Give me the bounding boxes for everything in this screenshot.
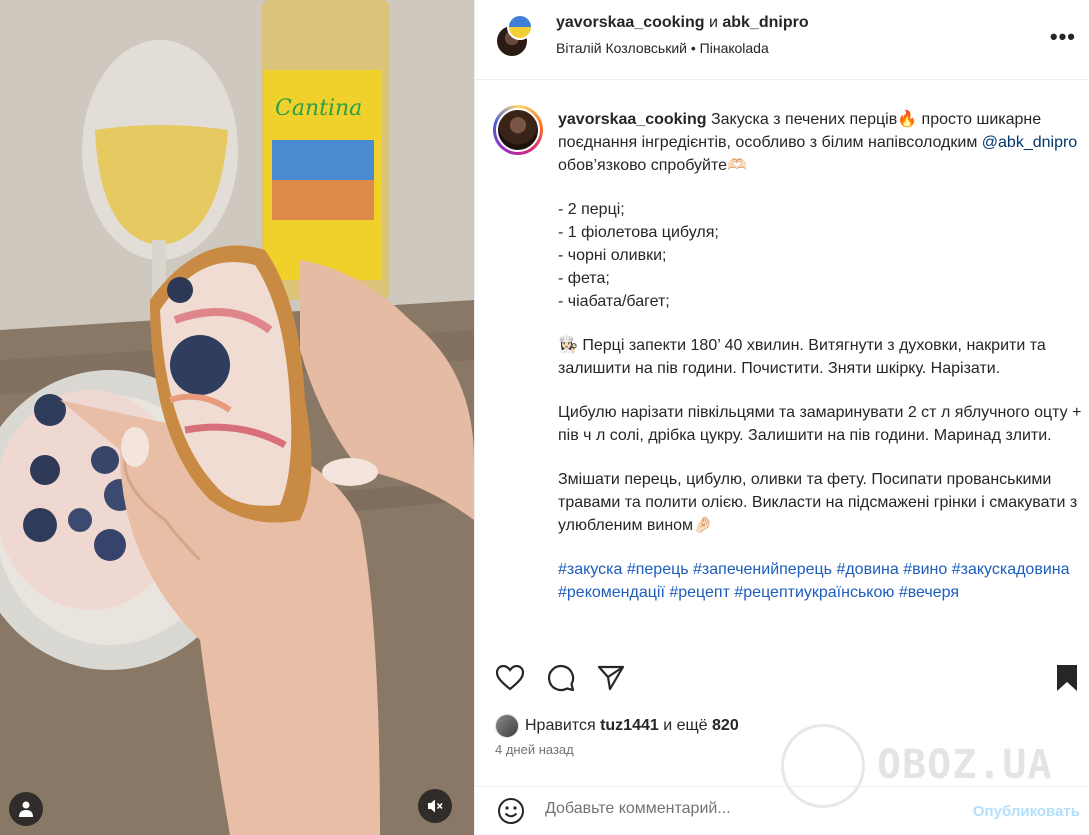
post-details-panel: yavorskaa_cooking и abk_dnipro Віталій К… — [474, 0, 1089, 835]
post-timestamp[interactable]: 4 дней назад — [495, 742, 574, 757]
and-text: и — [708, 14, 718, 31]
likes-count[interactable]: 820 — [712, 717, 739, 735]
ingredient-item: - 2 перці; — [558, 201, 625, 218]
speaker-muted-icon — [428, 799, 443, 813]
watermark-text: OBOZ.UA — [877, 742, 1053, 788]
mute-button[interactable] — [418, 789, 452, 823]
caption-intro-end: обов’язково спробуйте🫶🏻 — [558, 157, 747, 174]
post-caption: yavorskaa_cooking Закуска з печених перц… — [558, 108, 1082, 625]
recipe-step: 👩🏻‍🍳 Перці запекти 180’ 40 хвилин. Витяг… — [558, 337, 1046, 377]
bottle-label: Cantina — [275, 96, 362, 121]
user-icon — [19, 801, 33, 817]
likes-middle: и ещё — [663, 717, 708, 734]
ingredient-item: - чіабата/багет; — [558, 293, 670, 310]
publish-button[interactable]: Опубликовать — [973, 803, 1080, 820]
audio-info: Віталій Козловський • Пінакolada — [556, 40, 769, 56]
share-button[interactable] — [595, 662, 627, 694]
heart-icon — [496, 665, 524, 691]
caption-author-avatar[interactable] — [493, 105, 543, 155]
likes-summary: Нравится tuz1441 и ещё 820 — [495, 714, 739, 738]
action-bar — [475, 648, 1089, 708]
comment-input[interactable] — [545, 800, 945, 818]
likes-prefix: Нравится — [525, 717, 596, 734]
liker-username[interactable]: tuz1441 — [600, 717, 659, 735]
recipe-step: Змішати перець, цибулю, оливки та фету. … — [558, 471, 1078, 534]
ingredient-item: - чорні оливки; — [558, 247, 667, 264]
collab-avatars[interactable] — [493, 14, 545, 64]
comment-icon — [547, 664, 575, 692]
emoji-icon — [498, 798, 524, 824]
comment-button[interactable] — [545, 662, 577, 694]
post-media[interactable]: Cantina — [0, 0, 474, 835]
ingredients-list: - 2 перці; - 1 фіолетова цибуля; - чорні… — [558, 198, 1082, 313]
ingredient-item: - 1 фіолетова цибуля; — [558, 224, 719, 241]
author-link[interactable]: yavorskaa_cooking — [556, 14, 705, 31]
caption-mention[interactable]: @abk_dnipro — [982, 134, 1077, 151]
like-button[interactable] — [494, 662, 526, 694]
coauthor-link[interactable]: abk_dnipro — [722, 14, 808, 31]
audio-track-link[interactable]: Пінакolada — [700, 40, 769, 56]
share-icon — [597, 665, 625, 691]
coauthor-avatar[interactable] — [507, 14, 533, 40]
liker-avatar[interactable] — [495, 714, 519, 738]
caption-username[interactable]: yavorskaa_cooking — [558, 111, 707, 128]
ingredient-item: - фета; — [558, 270, 610, 287]
food-photo: Cantina — [0, 0, 474, 835]
recipe-step: Цибулю нарізати півкільцями та замаринув… — [558, 404, 1082, 444]
audio-separator: • — [690, 40, 696, 56]
bookmark-icon — [1057, 665, 1077, 691]
post-header: yavorskaa_cooking и abk_dnipro Віталій К… — [475, 0, 1089, 80]
user-tags-button[interactable] — [9, 792, 43, 826]
comment-bar: Опубликовать — [475, 786, 1089, 835]
more-options-icon[interactable]: ••• — [1050, 24, 1076, 50]
hashtags[interactable]: #закуска #перець #запеченийперець #довин… — [558, 558, 1082, 604]
emoji-button[interactable] — [495, 795, 527, 827]
post-authors: yavorskaa_cooking и abk_dnipro — [556, 14, 809, 32]
save-button[interactable] — [1051, 662, 1083, 694]
caption-scroll-area[interactable]: yavorskaa_cooking Закуска з печених перц… — [475, 81, 1089, 646]
audio-artist-link[interactable]: Віталій Козловський — [556, 40, 687, 56]
